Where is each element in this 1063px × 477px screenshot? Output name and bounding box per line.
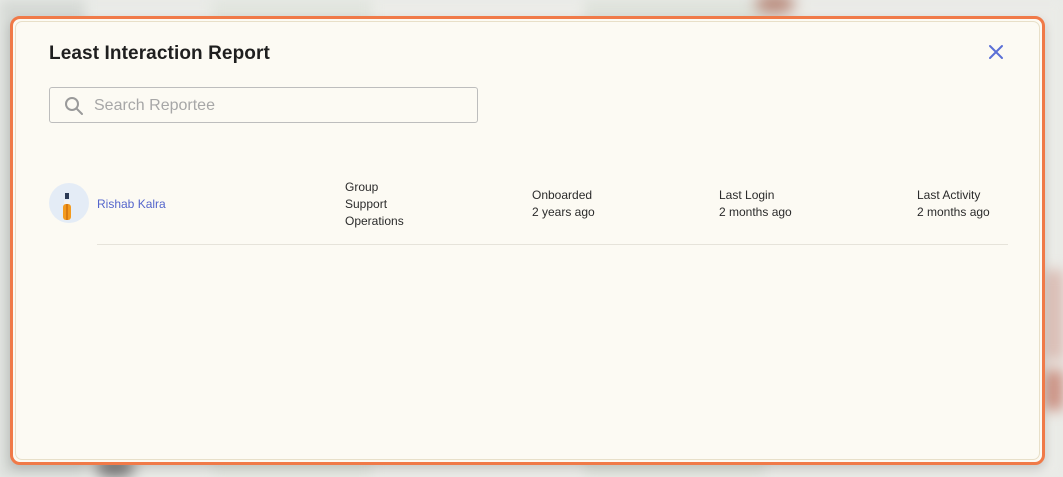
- least-interaction-modal: Least Interaction Report Rishab Kalra Gr…: [10, 16, 1045, 465]
- group-column: Group Support Operations: [345, 179, 404, 230]
- onboarded-column: Onboarded 2 years ago: [532, 187, 595, 221]
- group-value-line1: Support: [345, 197, 388, 211]
- last-activity-label: Last Activity: [917, 188, 981, 202]
- close-button[interactable]: [987, 43, 1005, 61]
- last-activity-column: Last Activity 2 months ago: [917, 187, 990, 221]
- group-label: Group: [345, 180, 379, 194]
- table-row: Rishab Kalra Group Support Operations On…: [49, 179, 1009, 243]
- search-input[interactable]: [92, 88, 466, 124]
- reportee-name-link[interactable]: Rishab Kalra: [97, 197, 166, 211]
- avatar: [49, 183, 89, 223]
- row-divider: [97, 244, 1008, 245]
- onboarded-value: 2 years ago: [532, 205, 595, 219]
- search-icon: [65, 97, 83, 115]
- last-login-label: Last Login: [719, 188, 775, 202]
- search-box: [49, 87, 478, 124]
- onboarded-label: Onboarded: [532, 188, 593, 202]
- avatar-illustration: [63, 193, 71, 220]
- last-login-value: 2 months ago: [719, 205, 792, 219]
- close-icon: [989, 45, 1003, 59]
- last-login-column: Last Login 2 months ago: [719, 187, 792, 221]
- modal-title: Least Interaction Report: [49, 43, 270, 64]
- group-value-line2: Operations: [345, 214, 404, 228]
- last-activity-value: 2 months ago: [917, 205, 990, 219]
